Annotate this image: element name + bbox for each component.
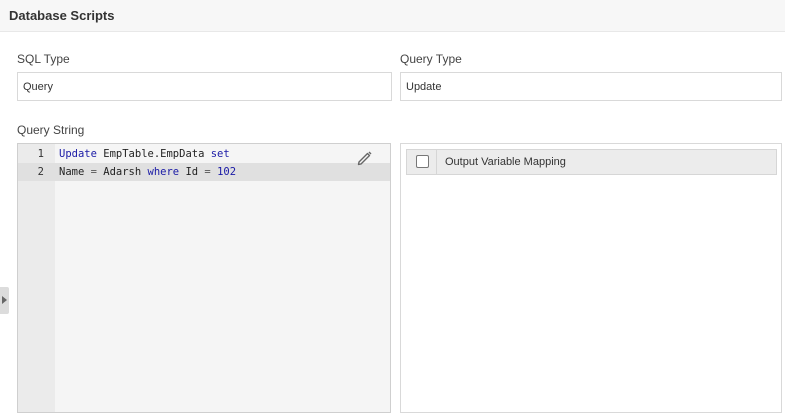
code-token: Id: [179, 166, 205, 178]
sql-type-field[interactable]: [17, 72, 392, 101]
select-all-cell: [407, 150, 437, 174]
chevron-right-icon: [2, 296, 7, 304]
code-text: Update EmpTable.EmpData set: [59, 145, 230, 163]
query-string-label: Query String: [17, 123, 85, 137]
panel-title: Database Scripts: [9, 8, 115, 23]
code-text: Name = Adarsh where Id = 102: [59, 163, 236, 181]
code-token: Update: [59, 148, 97, 160]
code-token: Adarsh: [96, 166, 148, 178]
mapping-table-header: Output Variable Mapping: [406, 149, 777, 175]
line-number: 1: [37, 148, 44, 160]
line-number: 2: [37, 166, 44, 178]
side-panel-toggle[interactable]: [0, 287, 9, 314]
code-token: EmpTable.EmpData: [96, 148, 211, 160]
query-editor[interactable]: 1 Update EmpTable.EmpData set 2 Name = A…: [17, 143, 391, 413]
sql-type-label: SQL Type: [17, 52, 70, 66]
output-variable-mapping-panel: Output Variable Mapping: [400, 143, 782, 413]
code-token: set: [210, 148, 230, 160]
code-token: where: [147, 166, 180, 178]
code-token: Name: [59, 166, 91, 178]
query-type-field[interactable]: [400, 72, 782, 101]
query-type-label: Query Type: [400, 52, 462, 66]
code-line-2[interactable]: 2 Name = Adarsh where Id = 102: [18, 163, 390, 181]
panel-header: Database Scripts: [0, 0, 785, 32]
mapping-column-header: Output Variable Mapping: [445, 156, 566, 168]
line-number-gutter: [18, 144, 55, 412]
code-token: 102: [217, 166, 237, 178]
pencil-icon[interactable]: [356, 149, 374, 167]
select-all-checkbox[interactable]: [416, 155, 429, 168]
code-line-1[interactable]: 1 Update EmpTable.EmpData set: [18, 145, 390, 163]
